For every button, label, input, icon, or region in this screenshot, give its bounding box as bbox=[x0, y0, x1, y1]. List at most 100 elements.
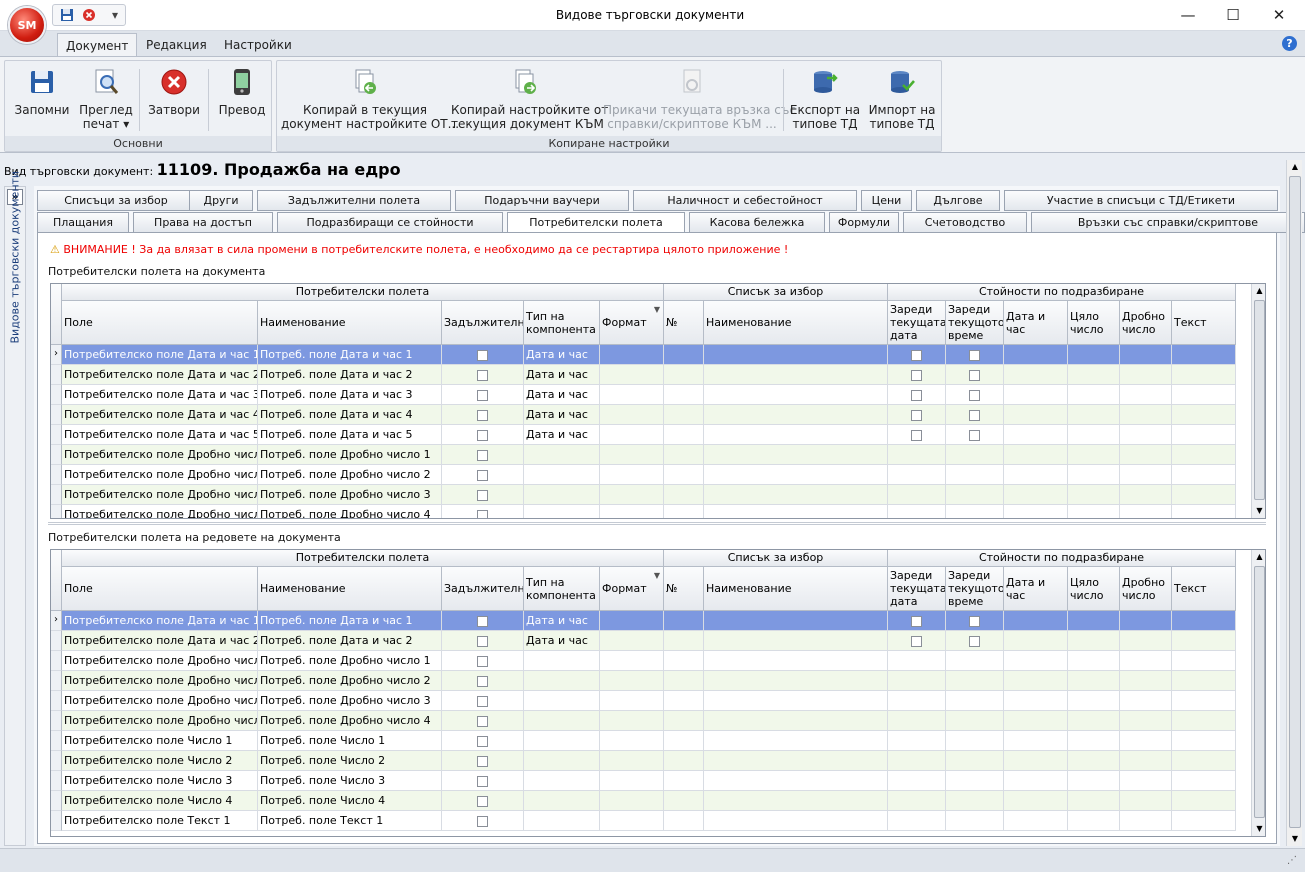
cell-int[interactable] bbox=[1068, 485, 1120, 505]
table-row[interactable]: Потребителско поле Число 3 Потреб. поле Ч… bbox=[51, 771, 1236, 791]
checkbox[interactable] bbox=[477, 389, 488, 401]
row-indicator[interactable]: › bbox=[51, 345, 62, 365]
cell-lname[interactable] bbox=[704, 385, 888, 405]
cell-dec[interactable] bbox=[1120, 485, 1172, 505]
column-header-name[interactable]: Наименование bbox=[258, 567, 442, 611]
cell-ld[interactable] bbox=[888, 811, 946, 831]
cell-required[interactable] bbox=[442, 505, 524, 518]
row-indicator[interactable] bbox=[51, 711, 62, 731]
cell-format[interactable] bbox=[600, 631, 664, 651]
column-header-lt[interactable]: Зареди текущото време bbox=[946, 301, 1004, 345]
cell-required[interactable] bbox=[442, 791, 524, 811]
cell-no[interactable] bbox=[664, 345, 704, 365]
table-row[interactable]: Потребителско поле Число 4 Потреб. поле Ч… bbox=[51, 791, 1236, 811]
cell-dt[interactable] bbox=[1004, 611, 1068, 631]
scroll-up-icon[interactable]: ▲ bbox=[1287, 160, 1303, 174]
splitter[interactable] bbox=[48, 522, 1266, 525]
cell-format[interactable] bbox=[600, 465, 664, 485]
cell-no[interactable] bbox=[664, 505, 704, 518]
translate-button[interactable]: Превод bbox=[211, 63, 273, 135]
cell-dt[interactable] bbox=[1004, 445, 1068, 465]
cell-no[interactable] bbox=[664, 731, 704, 751]
checkbox[interactable] bbox=[969, 429, 980, 441]
cell-field[interactable]: Потребителско поле Текст 1 bbox=[62, 811, 258, 831]
cell-lname[interactable] bbox=[704, 485, 888, 505]
cell-no[interactable] bbox=[664, 405, 704, 425]
grid-corner[interactable] bbox=[51, 284, 62, 345]
table-row[interactable]: › Потребителско поле Дата и час 1 Потреб. … bbox=[51, 345, 1236, 365]
checkbox[interactable] bbox=[911, 349, 922, 361]
cell-ld[interactable] bbox=[888, 751, 946, 771]
checkbox[interactable] bbox=[911, 369, 922, 381]
cell-ld[interactable] bbox=[888, 425, 946, 445]
cell-lname[interactable] bbox=[704, 711, 888, 731]
row-indicator[interactable] bbox=[51, 751, 62, 771]
scroll-up-icon[interactable]: ▲ bbox=[1252, 284, 1265, 298]
cell-format[interactable] bbox=[600, 445, 664, 465]
cell-lname[interactable] bbox=[704, 671, 888, 691]
cell-required[interactable] bbox=[442, 345, 524, 365]
ribbon-tab-document[interactable]: Документ bbox=[57, 33, 138, 57]
cell-text[interactable] bbox=[1172, 611, 1236, 631]
cell-ld[interactable] bbox=[888, 445, 946, 465]
cell-name[interactable]: Потреб. поле Дата и час 5 bbox=[258, 425, 442, 445]
cell-lt[interactable] bbox=[946, 425, 1004, 445]
cell-dt[interactable] bbox=[1004, 485, 1068, 505]
column-header-type[interactable]: Тип на компонента bbox=[524, 567, 600, 611]
checkbox[interactable] bbox=[477, 735, 488, 747]
cell-name[interactable]: Потреб. поле Дробно число 4 bbox=[258, 711, 442, 731]
grid-scrollbar[interactable]: ▲ ▼ bbox=[1251, 550, 1265, 836]
ribbon-tab-edit[interactable]: Редакция bbox=[138, 33, 215, 57]
cell-lname[interactable] bbox=[704, 811, 888, 831]
row-indicator[interactable] bbox=[51, 811, 62, 831]
checkbox[interactable] bbox=[969, 349, 980, 361]
minimize-button[interactable]: — bbox=[1165, 4, 1211, 26]
cell-field[interactable]: Потребителско поле Дробно число 4 bbox=[62, 711, 258, 731]
cell-dt[interactable] bbox=[1004, 771, 1068, 791]
cell-lname[interactable] bbox=[704, 405, 888, 425]
cell-dt[interactable] bbox=[1004, 791, 1068, 811]
cell-type[interactable] bbox=[524, 791, 600, 811]
table-row[interactable]: Потребителско поле Дата и час 4 Потреб. п… bbox=[51, 405, 1236, 425]
row-indicator[interactable] bbox=[51, 731, 62, 751]
cell-lname[interactable] bbox=[704, 611, 888, 631]
cell-lt[interactable] bbox=[946, 611, 1004, 631]
cell-text[interactable] bbox=[1172, 771, 1236, 791]
cell-lname[interactable] bbox=[704, 771, 888, 791]
tab-tabs_row1-7[interactable]: Участие в списъци с ТД/Етикети bbox=[1004, 190, 1278, 211]
cell-dt[interactable] bbox=[1004, 711, 1068, 731]
cell-lt[interactable] bbox=[946, 405, 1004, 425]
row-indicator[interactable] bbox=[51, 771, 62, 791]
tab-tabs_row2-5[interactable]: Формули bbox=[829, 212, 899, 233]
cell-lt[interactable] bbox=[946, 771, 1004, 791]
cell-type[interactable] bbox=[524, 505, 600, 518]
cell-type[interactable]: Дата и час bbox=[524, 365, 600, 385]
cell-name[interactable]: Потреб. поле Число 1 bbox=[258, 731, 442, 751]
cell-dec[interactable] bbox=[1120, 631, 1172, 651]
cell-format[interactable] bbox=[600, 505, 664, 518]
column-header-ld[interactable]: Зареди текущата дата bbox=[888, 567, 946, 611]
checkbox[interactable] bbox=[477, 655, 488, 667]
column-header-int[interactable]: Цяло число bbox=[1068, 567, 1120, 611]
cell-int[interactable] bbox=[1068, 405, 1120, 425]
cell-lname[interactable] bbox=[704, 751, 888, 771]
tab-tabs_row2-3[interactable]: Потребителски полета bbox=[507, 212, 685, 233]
cell-name[interactable]: Потреб. поле Число 3 bbox=[258, 771, 442, 791]
cell-format[interactable] bbox=[600, 345, 664, 365]
cell-ld[interactable] bbox=[888, 365, 946, 385]
cell-format[interactable] bbox=[600, 365, 664, 385]
checkbox[interactable] bbox=[477, 775, 488, 787]
checkbox[interactable] bbox=[477, 795, 488, 807]
cell-field[interactable]: Потребителско поле Дробно число 2 bbox=[62, 671, 258, 691]
cell-type[interactable]: Дата и час bbox=[524, 345, 600, 365]
cell-text[interactable] bbox=[1172, 691, 1236, 711]
cell-required[interactable] bbox=[442, 671, 524, 691]
cell-field[interactable]: Потребителско поле Число 4 bbox=[62, 791, 258, 811]
cell-type[interactable]: Дата и час bbox=[524, 385, 600, 405]
cell-text[interactable] bbox=[1172, 711, 1236, 731]
cell-dt[interactable] bbox=[1004, 651, 1068, 671]
cell-dt[interactable] bbox=[1004, 405, 1068, 425]
cell-text[interactable] bbox=[1172, 445, 1236, 465]
column-header-dt[interactable]: Дата и час bbox=[1004, 301, 1068, 345]
cell-dec[interactable] bbox=[1120, 651, 1172, 671]
